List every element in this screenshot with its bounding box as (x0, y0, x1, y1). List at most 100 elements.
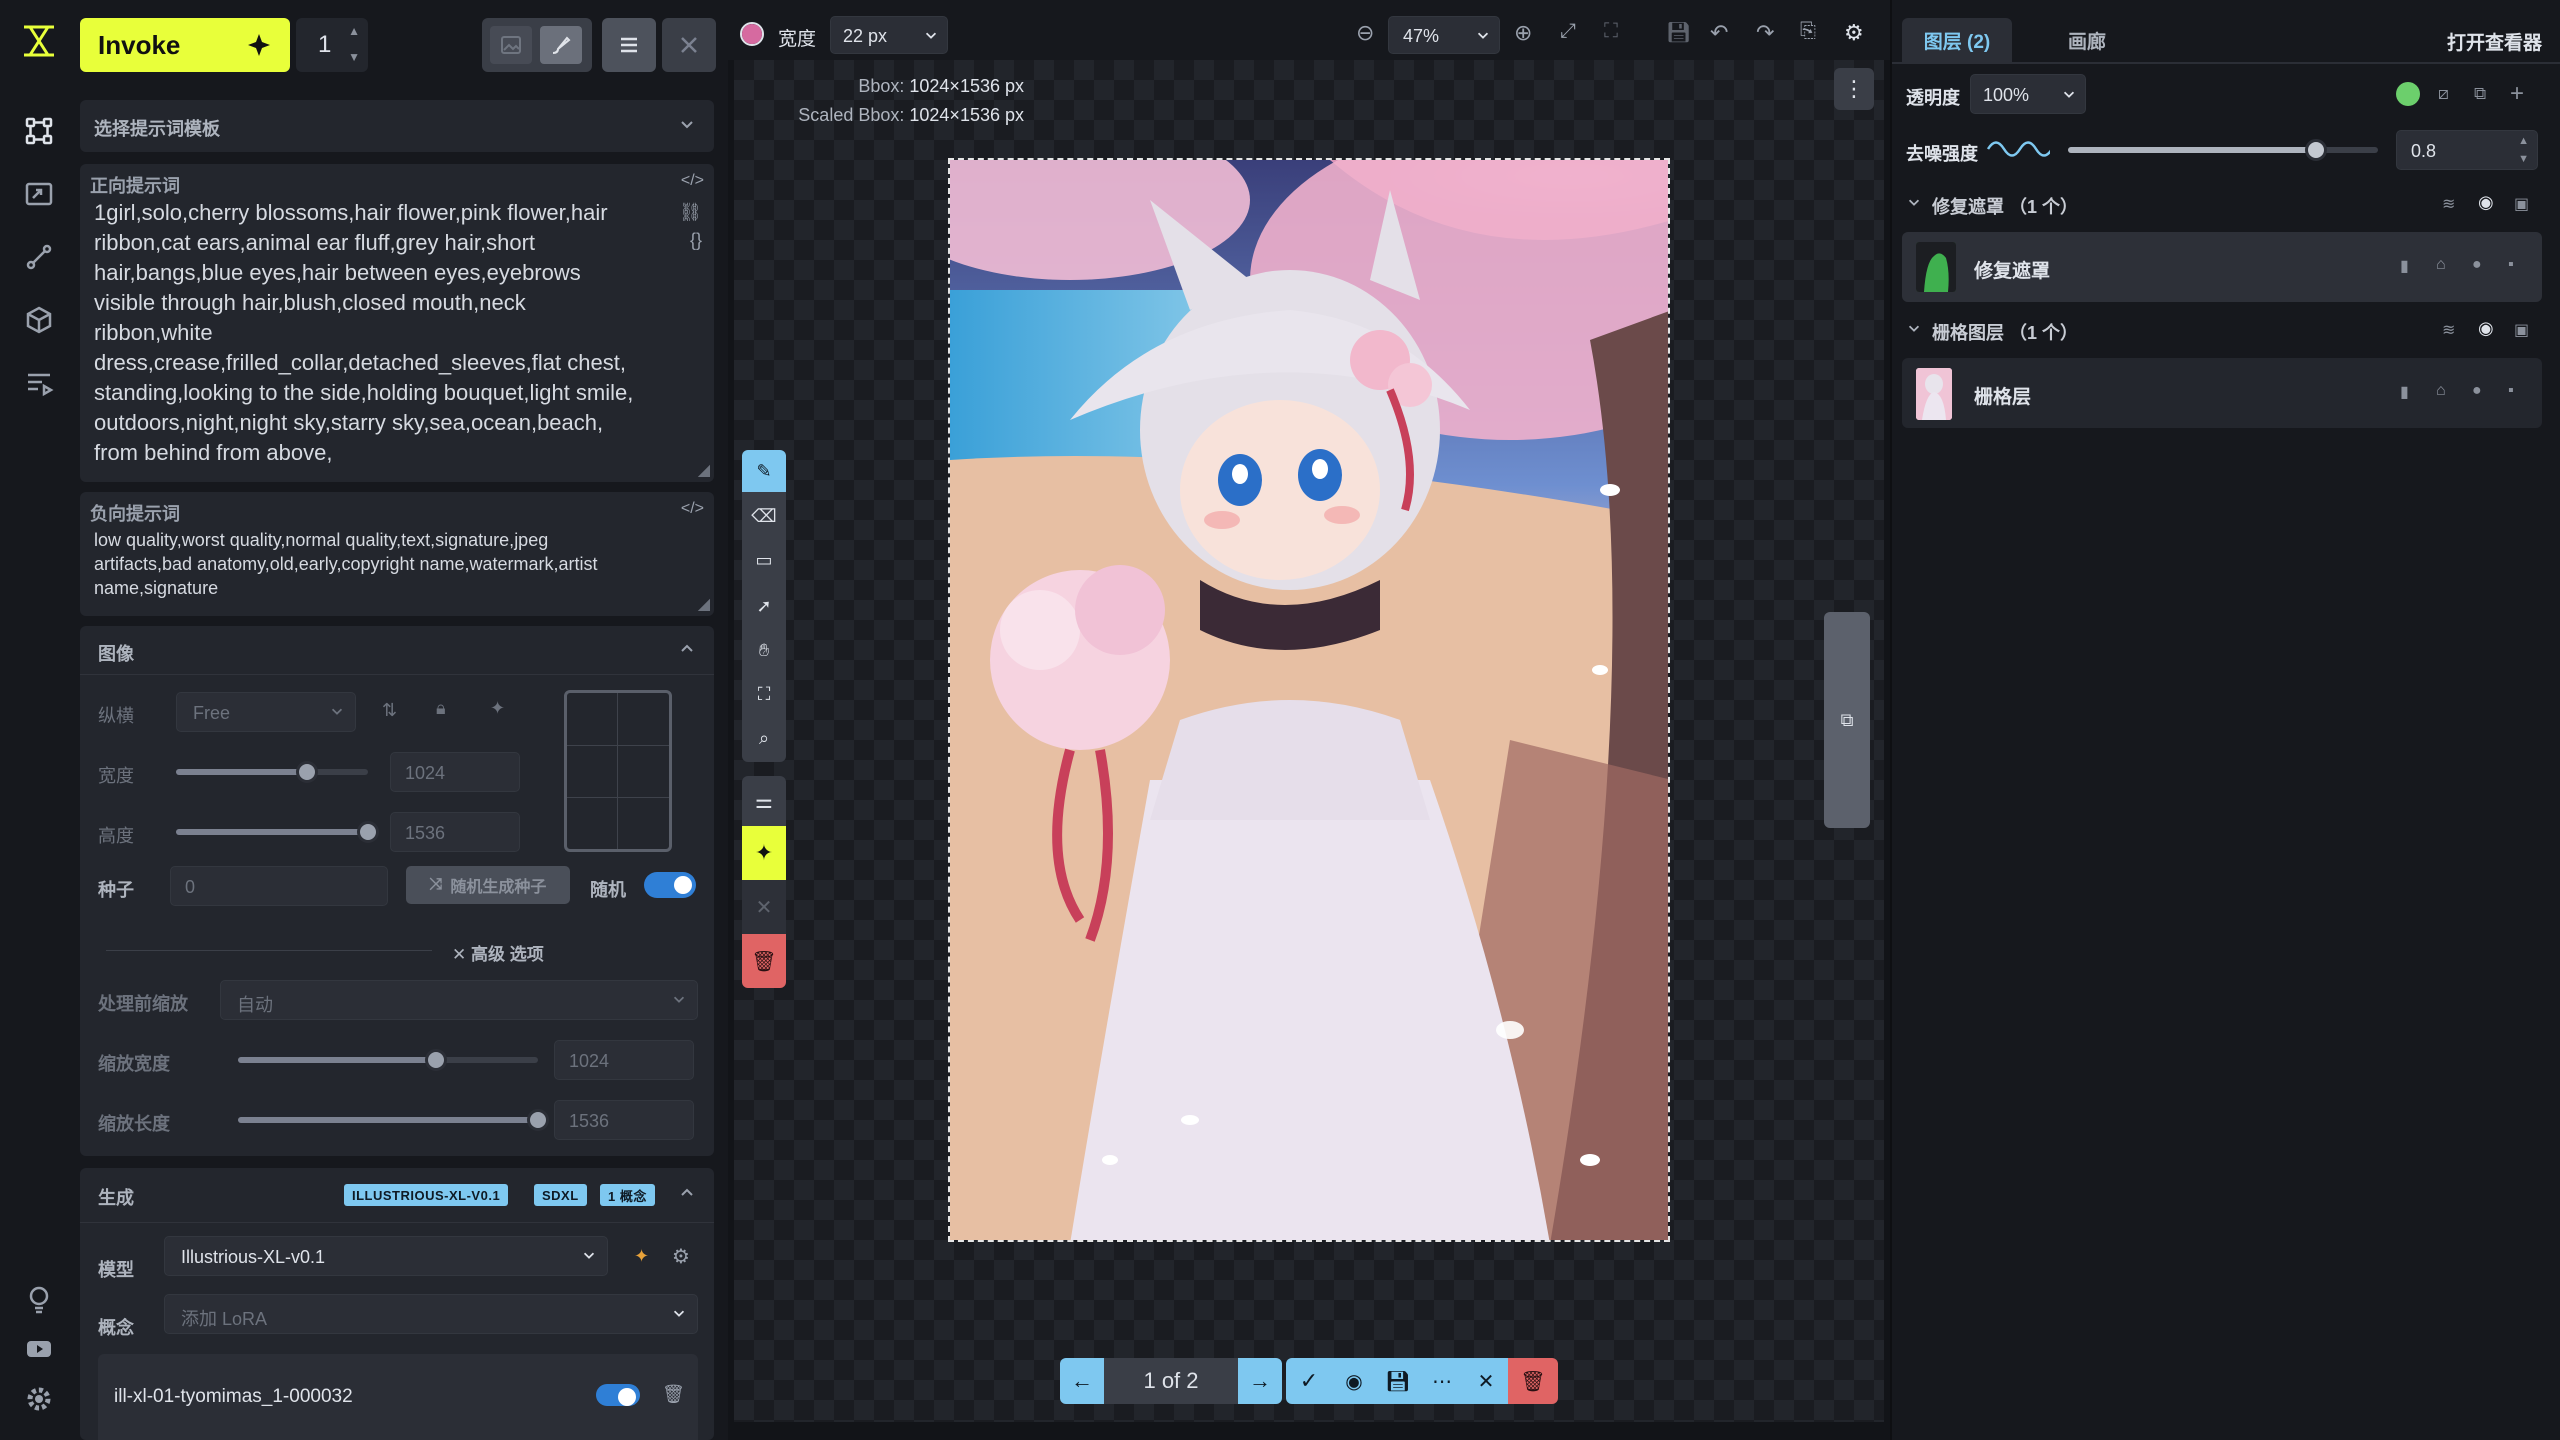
height-input[interactable]: 1536 (390, 812, 520, 852)
trash-icon[interactable]: ▪ (2508, 382, 2528, 402)
brush-mode-icon[interactable] (540, 26, 582, 64)
scaled-height-input[interactable]: 1536 (554, 1100, 694, 1140)
previous-arrow-icon[interactable]: ← (1060, 1358, 1104, 1404)
bookmark-icon[interactable]: ▮ (2400, 256, 2420, 276)
height-slider-thumb[interactable] (357, 821, 379, 843)
width-input[interactable]: 1024 (390, 752, 520, 792)
bookmark-icon[interactable]: ▮ (2400, 382, 2420, 402)
iterations-stepper[interactable]: 1 ▲ ▼ (296, 18, 368, 72)
layers-icon[interactable]: ≋ (2442, 194, 2462, 214)
redo-icon[interactable]: ↷ (1756, 20, 1782, 46)
aspect-select[interactable]: Free (176, 692, 356, 732)
open-viewer-button[interactable]: 打开查看器 (2447, 28, 2542, 55)
color-picker-icon[interactable]: ⌕ (742, 718, 786, 758)
chevron-up-icon[interactable] (678, 1184, 696, 1202)
code-icon[interactable]: </> (681, 172, 704, 190)
stepper-down-icon[interactable]: ▼ (348, 50, 360, 64)
stepper-up-icon[interactable]: ▲ (2518, 135, 2529, 147)
queue-icon[interactable] (20, 364, 58, 402)
canvas-settings-gear-icon[interactable]: ⚙ (1844, 20, 1870, 46)
gallery-toggle-icon[interactable]: ⧉ (1824, 612, 1870, 828)
canvas-area[interactable]: Bbox: 1024×1536 px Scaled Bbox: 1024×153… (734, 60, 1884, 1422)
negative-prompt-text[interactable]: low quality,worst quality,normal quality… (94, 528, 674, 600)
brush-tool-icon[interactable]: ✎ (742, 450, 786, 492)
undo-icon[interactable]: ↶ (1710, 20, 1736, 46)
fit-view-icon[interactable]: ⤢ (1560, 20, 1586, 46)
invoke-sparkle-icon[interactable]: ✦ (742, 826, 786, 880)
lock-icon[interactable]: ▣ (2514, 320, 2534, 340)
workflow-icon[interactable] (20, 238, 58, 276)
cancel-x-icon[interactable] (662, 18, 716, 72)
discard-x-icon[interactable]: ✕ (1464, 1358, 1508, 1404)
cancel-icon[interactable]: ✕ (742, 880, 786, 934)
lock-icon[interactable]: ⌂ (2436, 256, 2456, 276)
models-cube-icon[interactable] (20, 301, 58, 339)
resize-handle-icon[interactable]: ◢ (698, 594, 710, 614)
sparkle-icon[interactable]: ✦ (634, 1246, 649, 1267)
eye-icon[interactable]: ◉ (2478, 318, 2498, 338)
sparkle-icon[interactable]: ✦ (490, 698, 505, 719)
negative-prompt-box[interactable]: 负向提示词 low quality,worst quality,normal q… (80, 492, 714, 616)
eraser-tool-icon[interactable]: ⌫ (742, 496, 786, 536)
denoise-input[interactable]: 0.8 ▲ ▼ (2396, 130, 2538, 170)
visibility-dot-icon[interactable]: ● (2472, 382, 2492, 402)
layer-row-inpaint-mask[interactable]: 修复遮罩 ▮ ⌂ ● ▪ (1902, 232, 2542, 302)
add-icon[interactable]: + (2510, 80, 2530, 107)
more-horizontal-icon[interactable]: ⋯ (1420, 1358, 1464, 1404)
stepper-up-icon[interactable]: ▲ (348, 24, 360, 38)
code-icon[interactable]: </> (681, 500, 704, 518)
lora-select[interactable]: 添加 LoRA (164, 1294, 698, 1334)
lock-icon[interactable]: ⌂ (2436, 382, 2456, 402)
visibility-dot-icon[interactable]: ● (2472, 256, 2492, 276)
seed-input[interactable]: 0 (170, 866, 388, 906)
upscale-icon[interactable] (20, 175, 58, 213)
more-vertical-icon[interactable]: ⋮ (1834, 68, 1874, 110)
generated-image[interactable] (948, 158, 1670, 1242)
zoom-select[interactable]: 47% (1388, 16, 1500, 54)
raster-group-header[interactable]: 栅格图层 （1 个） ≋ ◉ ▣ (1902, 316, 2542, 348)
advanced-options-toggle[interactable]: ✕ 高级 选项 (452, 940, 544, 965)
lightbulb-icon[interactable] (20, 1280, 58, 1318)
show-eye-icon[interactable]: ◉ (1332, 1358, 1376, 1404)
bbox-tool-icon[interactable]: ⛶ (742, 674, 786, 714)
layer-row-raster[interactable]: 栅格层 ▮ ⌂ ● ▪ (1902, 358, 2542, 428)
swap-icon[interactable]: ⇅ (382, 700, 397, 721)
settings-gear-icon[interactable] (20, 1380, 58, 1418)
delete-icon[interactable]: 🗑︎ (742, 934, 786, 988)
scaled-width-slider-thumb[interactable] (425, 1049, 447, 1071)
width-slider-thumb[interactable] (296, 761, 318, 783)
chevron-up-icon[interactable] (678, 640, 696, 658)
scaled-height-slider-thumb[interactable] (527, 1109, 549, 1131)
positive-prompt-text[interactable]: 1girl,solo,cherry blossoms,hair flower,p… (94, 198, 674, 468)
invoke-logo-icon[interactable] (20, 22, 58, 60)
inpaint-mask-group-header[interactable]: 修复遮罩 （1 个） ≋ ◉ ▣ (1902, 190, 2542, 222)
tab-gallery[interactable]: 画廊 (2032, 18, 2142, 62)
duplicate-icon[interactable]: ⧉ (2474, 84, 2494, 104)
next-arrow-icon[interactable]: → (1238, 1358, 1282, 1404)
canvas-nodes-icon[interactable] (20, 112, 58, 150)
accept-check-icon[interactable]: ✓ (1286, 1358, 1332, 1404)
fit-bbox-icon[interactable]: ⛶ (1604, 20, 1630, 46)
export-icon[interactable]: ⎘ (1800, 20, 1826, 46)
zoom-out-icon[interactable]: ⊖ (1356, 20, 1382, 46)
eye-icon[interactable]: ◉ (2478, 192, 2498, 212)
discard-all-trash-icon[interactable]: 🗑︎ (1508, 1358, 1558, 1404)
model-select[interactable]: Illustrious-XL-v0.1 (164, 1236, 608, 1276)
image-mode-icon[interactable] (490, 26, 532, 64)
prompt-template-select[interactable]: 选择提示词模板 (80, 100, 714, 152)
stepper-down-icon[interactable]: ▼ (2518, 153, 2529, 165)
layers-icon[interactable]: ≋ (2442, 320, 2462, 340)
fit-layer-icon[interactable]: ⧄ (2438, 84, 2458, 104)
hand-tool-icon[interactable]: ✋︎ (742, 630, 786, 670)
trash-icon[interactable]: ▪ (2508, 256, 2528, 276)
zoom-in-icon[interactable]: ⊕ (1514, 20, 1540, 46)
rect-tool-icon[interactable]: ▭ (742, 540, 786, 580)
scaled-width-input[interactable]: 1024 (554, 1040, 694, 1080)
positive-prompt-box[interactable]: 正向提示词 1girl,solo,cherry blossoms,hair fl… (80, 164, 714, 482)
move-tool-icon[interactable]: ➚ (742, 586, 786, 626)
braces-icon[interactable]: {} (690, 230, 702, 251)
opacity-select[interactable]: 100% (1970, 74, 2086, 114)
sliders-icon[interactable]: ⚌ (742, 776, 786, 826)
lock-icon[interactable]: 🔒︎ (436, 698, 446, 719)
video-icon[interactable] (20, 1330, 58, 1368)
